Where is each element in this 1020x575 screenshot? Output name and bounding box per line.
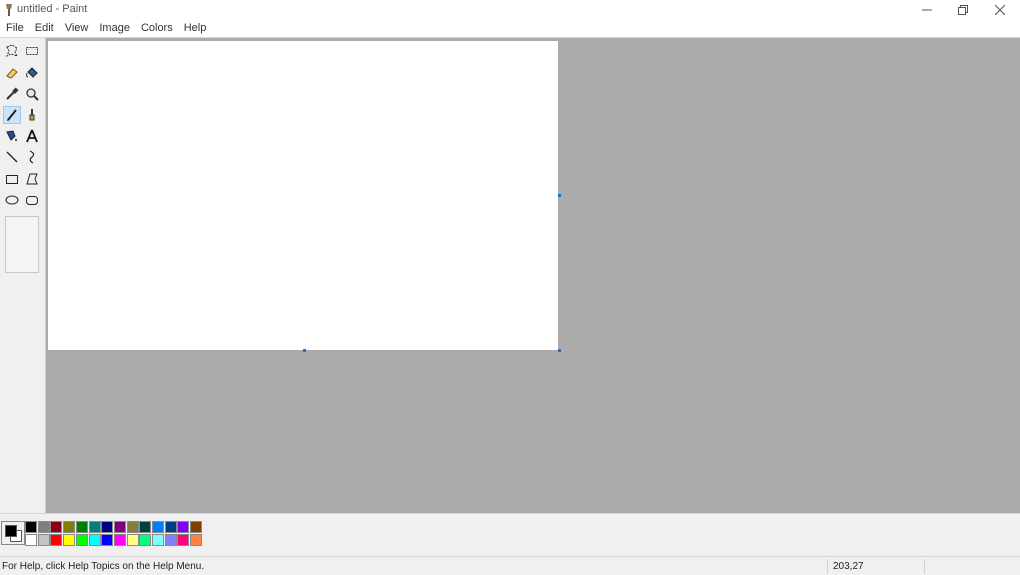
menu-edit[interactable]: Edit [30, 20, 59, 37]
close-icon [995, 5, 1005, 15]
magnifier-tool[interactable] [23, 85, 41, 103]
menu-image[interactable]: Image [94, 20, 135, 37]
resize-handle-right[interactable] [558, 194, 561, 197]
rectangle-icon [6, 175, 18, 184]
workspace [46, 38, 1020, 513]
pick-color-tool[interactable] [3, 85, 21, 103]
ellipse-tool[interactable] [3, 191, 21, 209]
palette-swatch[interactable] [126, 534, 139, 546]
palette-swatch[interactable] [37, 534, 50, 546]
minimize-button[interactable] [909, 0, 945, 20]
resize-handle-corner[interactable] [558, 349, 561, 352]
free-form-select-icon [6, 44, 18, 58]
palette-swatch[interactable] [126, 521, 139, 533]
palette-swatch[interactable] [25, 521, 37, 533]
curve-tool[interactable] [23, 148, 41, 166]
rectangle-tool[interactable] [3, 170, 21, 188]
resize-handle-bottom[interactable] [303, 349, 306, 352]
palette-swatch[interactable] [63, 534, 76, 546]
palette-swatch[interactable] [25, 534, 37, 546]
pencil-icon [7, 109, 17, 121]
palette-swatch[interactable] [75, 521, 88, 533]
foreground-color [5, 525, 17, 537]
select-icon [26, 47, 38, 55]
eraser-icon [6, 68, 18, 79]
menu-view[interactable]: View [60, 20, 94, 37]
text-icon [26, 129, 38, 143]
pencil-tool[interactable] [3, 106, 21, 124]
polygon-tool[interactable] [23, 170, 41, 188]
polygon-icon [26, 173, 38, 185]
line-icon [6, 151, 18, 163]
status-divider [827, 559, 828, 574]
restore-button[interactable] [945, 0, 981, 20]
palette-swatch[interactable] [50, 534, 63, 546]
palette-swatch[interactable] [88, 521, 101, 533]
palette-swatch[interactable] [152, 534, 164, 546]
status-bar: For Help, click Help Topics on the Help … [0, 556, 1020, 575]
palette-swatch[interactable] [152, 521, 164, 533]
fill-bucket-tool[interactable] [23, 64, 41, 82]
tool-options-box[interactable] [5, 216, 39, 273]
magnifier-icon [26, 88, 39, 101]
palette-swatch[interactable] [101, 521, 114, 533]
palette-swatch[interactable] [177, 521, 190, 533]
palette-swatch[interactable] [101, 534, 114, 546]
airbrush-icon [6, 130, 17, 141]
palette-swatch[interactable] [177, 534, 190, 546]
brush-tool[interactable] [23, 106, 41, 124]
menu-file[interactable]: File [1, 20, 29, 37]
close-button[interactable] [982, 0, 1018, 20]
text-tool[interactable] [23, 127, 41, 145]
color-palette [0, 513, 1020, 556]
rounded-rectangle-icon [26, 196, 38, 205]
palette-swatch[interactable] [139, 534, 152, 546]
paint-app-icon [6, 4, 12, 16]
window-title: untitled - Paint [17, 3, 88, 15]
select-tool[interactable] [23, 42, 41, 60]
line-tool[interactable] [3, 148, 21, 166]
palette-swatch[interactable] [164, 521, 177, 533]
menu-bar: File Edit View Image Colors Help [0, 20, 1020, 37]
palette-swatch[interactable] [113, 521, 126, 533]
toolbox [0, 38, 46, 513]
palette-swatch[interactable] [75, 534, 88, 546]
palette-swatch[interactable] [63, 521, 76, 533]
palette-swatch[interactable] [139, 521, 152, 533]
airbrush-tool[interactable] [3, 127, 21, 145]
status-divider [924, 559, 925, 574]
palette-swatch[interactable] [113, 534, 126, 546]
curve-icon [29, 150, 35, 164]
menu-help[interactable]: Help [179, 20, 212, 37]
pick-color-icon [6, 87, 19, 100]
palette-swatch[interactable] [190, 521, 203, 533]
status-help-text: For Help, click Help Topics on the Help … [2, 561, 205, 572]
palette-swatch[interactable] [164, 534, 177, 546]
eraser-tool[interactable] [3, 64, 21, 82]
palette-swatch[interactable] [37, 521, 50, 533]
palette-swatch[interactable] [88, 534, 101, 546]
fill-bucket-icon [26, 67, 38, 78]
drawing-canvas[interactable] [48, 41, 558, 350]
title-bar: untitled - Paint [0, 0, 1020, 20]
minimize-icon [922, 9, 932, 11]
palette-swatch[interactable] [190, 534, 203, 546]
free-form-select-tool[interactable] [3, 42, 21, 60]
palette-swatch[interactable] [50, 521, 63, 533]
ellipse-icon [5, 195, 19, 205]
brush-icon [29, 109, 35, 121]
rounded-rectangle-tool[interactable] [23, 191, 41, 209]
menu-colors[interactable]: Colors [136, 20, 178, 37]
current-colors [1, 521, 25, 545]
restore-icon [958, 5, 968, 15]
cursor-coordinates: 203,27 [833, 561, 864, 572]
